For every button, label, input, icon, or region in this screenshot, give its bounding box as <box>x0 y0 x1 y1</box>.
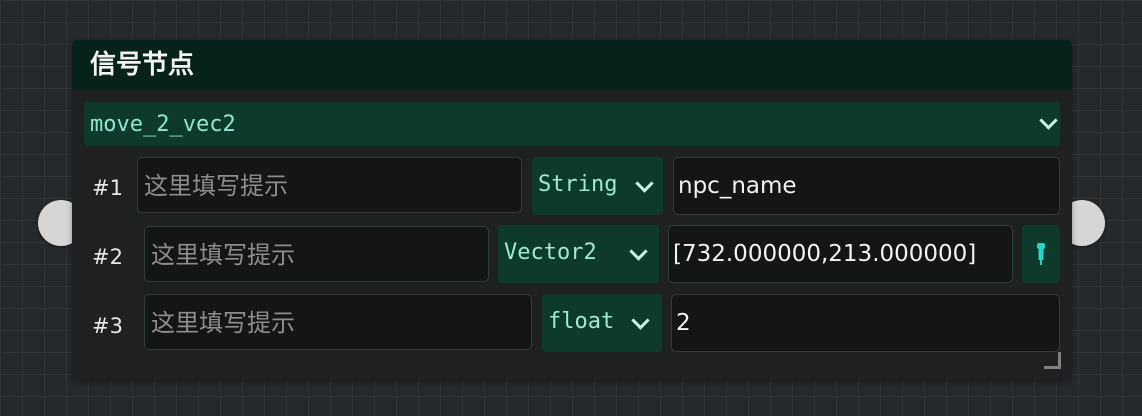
param-hint-input-1[interactable]: 这里填写提示 <box>137 157 522 213</box>
param-type-label: float <box>548 309 615 334</box>
param-hint-placeholder: 这里填写提示 <box>144 172 288 200</box>
node-header[interactable]: 信号节点 <box>72 40 1072 90</box>
param-value: npc_name <box>678 173 797 199</box>
param-value-input-3[interactable]: 2 <box>671 294 1060 352</box>
param-type-select-1[interactable]: String <box>532 157 663 215</box>
param-value-input-1[interactable]: npc_name <box>673 157 1060 215</box>
eyedropper-icon <box>1037 243 1045 265</box>
pick-position-button[interactable] <box>1022 225 1060 283</box>
param-type-label: Vector2 <box>504 240 597 265</box>
param-type-select-3[interactable]: float <box>542 294 662 352</box>
chevron-down-icon <box>1039 111 1058 130</box>
param-hint-input-2[interactable]: 这里填写提示 <box>144 226 489 282</box>
chevron-down-icon <box>629 242 648 261</box>
param-index-3: #3 <box>92 314 123 338</box>
chevron-down-icon <box>635 174 654 193</box>
param-index-1: #1 <box>92 176 123 200</box>
param-hint-input-3[interactable]: 这里填写提示 <box>144 294 532 350</box>
signal-node[interactable]: 信号节点 move_2_vec2 #1 这里填写提示 String npc_na… <box>72 40 1072 380</box>
param-value: [732.000000,213.000000] <box>673 241 977 267</box>
param-value-input-2[interactable]: [732.000000,213.000000] <box>668 225 1013 283</box>
resize-grip[interactable] <box>1044 352 1061 369</box>
param-hint-placeholder: 这里填写提示 <box>151 309 295 337</box>
param-value: 2 <box>676 310 691 336</box>
node-title: 信号节点 <box>90 50 195 80</box>
signal-select[interactable]: move_2_vec2 <box>84 102 1060 146</box>
signal-select-value: move_2_vec2 <box>90 112 236 137</box>
param-type-select-2[interactable]: Vector2 <box>498 225 659 283</box>
param-type-label: String <box>538 172 618 197</box>
param-index-2: #2 <box>92 245 123 269</box>
chevron-down-icon <box>631 311 650 330</box>
param-hint-placeholder: 这里填写提示 <box>151 241 295 269</box>
